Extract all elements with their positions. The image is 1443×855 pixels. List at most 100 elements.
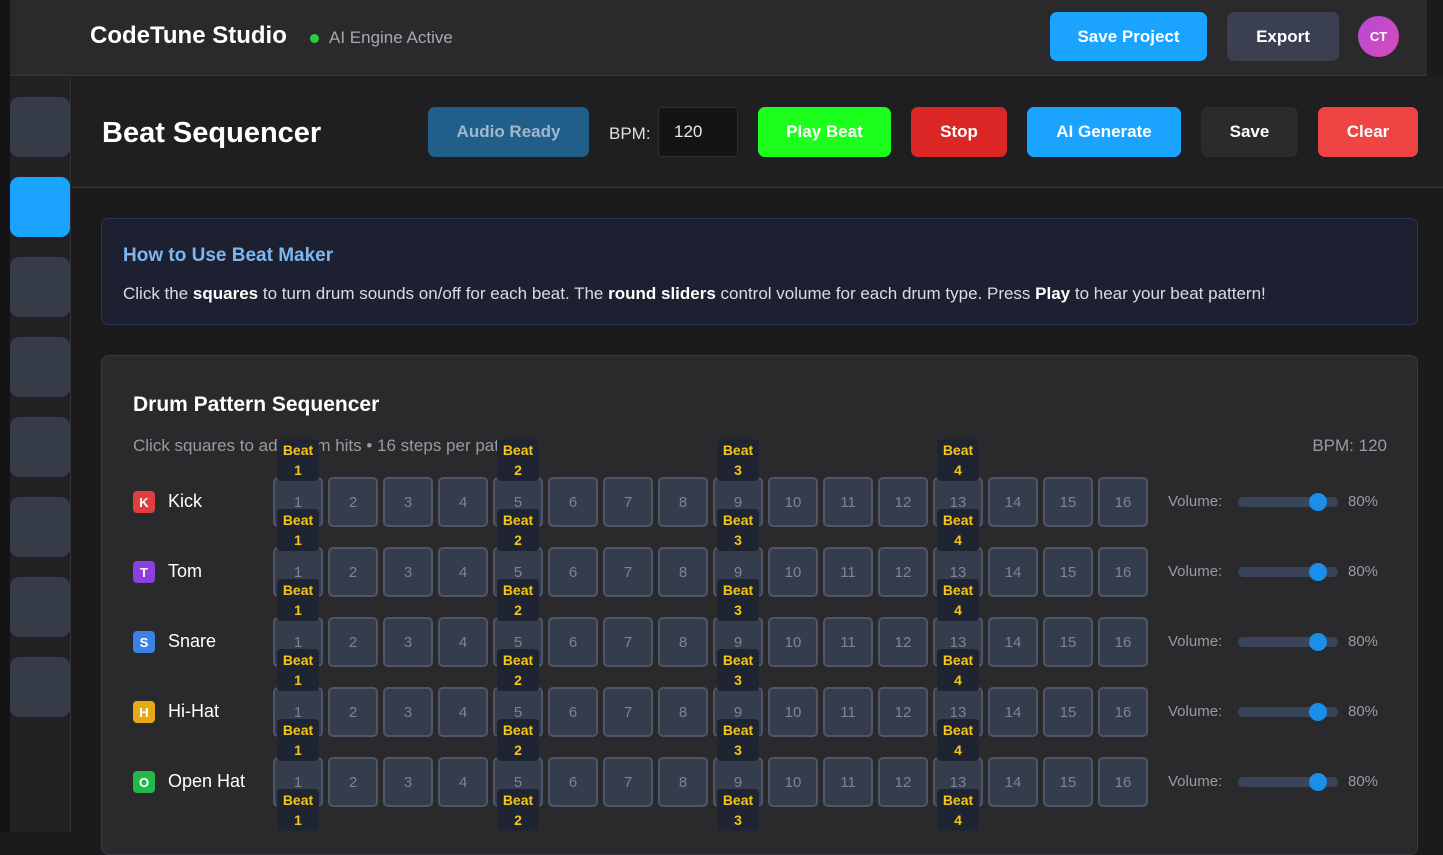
sequencer-title: Drum Pattern Sequencer [133,393,380,416]
step-button[interactable]: 14 [988,757,1038,807]
sidebar-item-2[interactable] [10,177,70,237]
step-button[interactable]: 3 [383,547,433,597]
step-button[interactable]: 2 [328,757,378,807]
step-button[interactable]: 2 [328,617,378,667]
help-title: How to Use Beat Maker [123,245,334,266]
step-button[interactable]: 6 [548,687,598,737]
step-button[interactable]: 7 [603,547,653,597]
clear-button[interactable]: Clear [1318,107,1418,157]
volume-slider[interactable] [1238,563,1338,581]
step-button[interactable]: 10 [768,617,818,667]
stop-button[interactable]: Stop [911,107,1007,157]
step-button[interactable]: 12 [878,757,928,807]
beat-marker: Beat 1 [277,719,319,761]
step-button[interactable]: 15 [1043,477,1093,527]
sidebar-item-6[interactable] [10,497,70,557]
step-button[interactable]: 16 [1098,757,1148,807]
audio-ready-button[interactable]: Audio Ready [428,107,589,157]
step-button[interactable]: 2 [328,547,378,597]
sidebar-item-1[interactable] [10,97,70,157]
volume-slider-thumb[interactable] [1309,633,1327,651]
step-button[interactable]: 14 [988,617,1038,667]
step-button[interactable]: 16 [1098,547,1148,597]
play-beat-button[interactable]: Play Beat [758,107,891,157]
step-button[interactable]: 15 [1043,617,1093,667]
step-button[interactable]: 3 [383,617,433,667]
step-button[interactable]: 10 [768,757,818,807]
step-button[interactable]: 4 [438,547,488,597]
step-button[interactable]: 11 [823,687,873,737]
step-button[interactable]: 3 [383,477,433,527]
step-button[interactable]: 2 [328,477,378,527]
step-button[interactable]: 16 [1098,687,1148,737]
step-button[interactable]: 7 [603,687,653,737]
step-button[interactable]: 12 [878,617,928,667]
step-button[interactable]: 3 [383,687,433,737]
step-button[interactable]: 11 [823,477,873,527]
beat-marker-number: 2 [514,812,522,828]
step-button[interactable]: 4 [438,757,488,807]
step-button[interactable]: 8 [658,757,708,807]
step-button[interactable]: 8 [658,547,708,597]
step-button[interactable]: 16 [1098,477,1148,527]
volume-slider-thumb[interactable] [1309,773,1327,791]
step-button[interactable]: 4 [438,617,488,667]
sidebar-item-4[interactable] [10,337,70,397]
step-button[interactable]: 11 [823,757,873,807]
volume-slider[interactable] [1238,703,1338,721]
step-button[interactable]: 4 [438,687,488,737]
ai-generate-button[interactable]: AI Generate [1027,107,1181,157]
volume-slider-thumb[interactable] [1309,493,1327,511]
step-button[interactable]: 3 [383,757,433,807]
step-button[interactable]: 12 [878,477,928,527]
step-button[interactable]: 14 [988,547,1038,597]
step-button[interactable]: 6 [548,757,598,807]
volume-slider[interactable] [1238,633,1338,651]
step-button[interactable]: 6 [548,617,598,667]
step-button[interactable]: 6 [548,477,598,527]
volume-percent: 80% [1348,773,1379,790]
step-button[interactable]: 10 [768,547,818,597]
step-button[interactable]: 16 [1098,617,1148,667]
step-button[interactable]: 10 [768,477,818,527]
volume-slider[interactable] [1238,773,1338,791]
bpm-input[interactable] [658,107,738,157]
step-button[interactable]: 15 [1043,757,1093,807]
step-button[interactable]: 8 [658,617,708,667]
sidebar-item-8[interactable] [10,657,70,717]
volume-slider-thumb[interactable] [1309,563,1327,581]
save-project-button[interactable]: Save Project [1050,12,1207,61]
sidebar-item-5[interactable] [10,417,70,477]
step-button[interactable]: 2 [328,687,378,737]
step-button[interactable]: 11 [823,617,873,667]
step-button[interactable]: 8 [658,477,708,527]
step-button[interactable]: 15 [1043,687,1093,737]
volume-slider-thumb[interactable] [1309,703,1327,721]
step-button[interactable]: 14 [988,687,1038,737]
save-button[interactable]: Save [1201,107,1298,157]
step-button[interactable]: 14 [988,477,1038,527]
export-button[interactable]: Export [1227,12,1339,61]
beat-marker-number: 4 [954,462,962,478]
step-button[interactable]: 12 [878,687,928,737]
volume-slider[interactable] [1238,493,1338,511]
sequencer-bpm: BPM: 120 [1312,436,1387,455]
beat-marker-word: Beat [942,792,974,808]
step-button[interactable]: 7 [603,617,653,667]
step-button[interactable]: 4 [438,477,488,527]
step-button[interactable]: 8 [658,687,708,737]
step-button[interactable]: 6 [548,547,598,597]
sidebar-item-3[interactable] [10,257,70,317]
step-button[interactable]: 12 [878,547,928,597]
beat-marker: Beat 2 [497,649,539,691]
avatar[interactable]: CT [1358,16,1399,57]
beat-marker-word: Beat [722,792,754,808]
step-button[interactable]: 7 [603,477,653,527]
step-button[interactable]: 7 [603,757,653,807]
sequencer-toolbar: Beat Sequencer Audio Ready BPM: Play Bea… [72,77,1443,188]
step-button[interactable]: 11 [823,547,873,597]
step-button[interactable]: 15 [1043,547,1093,597]
track-name: Hi-Hat [168,701,220,721]
sidebar-item-7[interactable] [10,577,70,637]
step-button[interactable]: 10 [768,687,818,737]
